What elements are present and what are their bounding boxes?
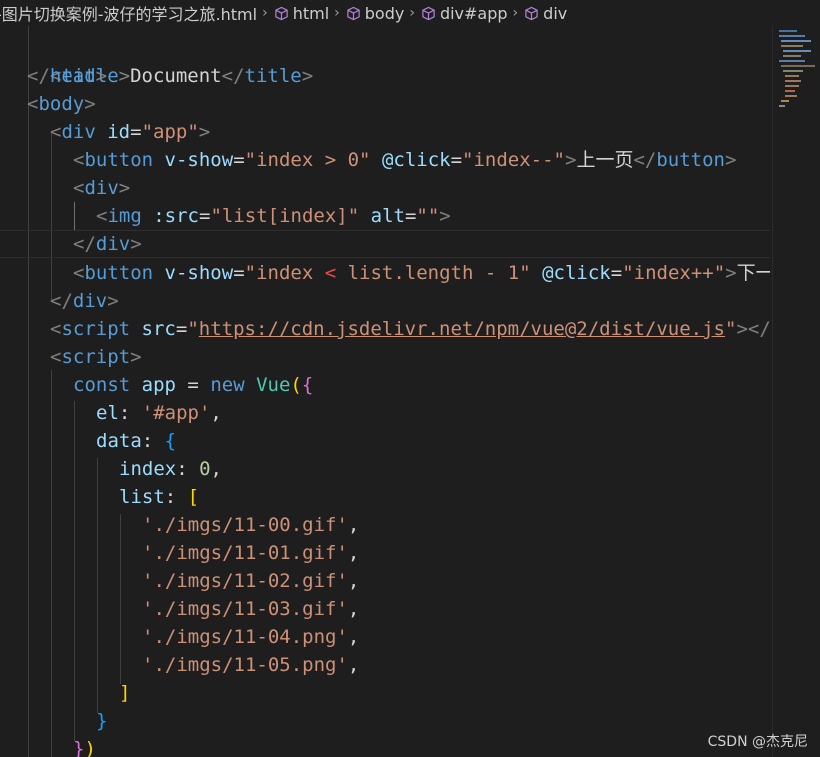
minimap[interactable] [772,26,820,757]
watermark: CSDN @杰克尼 [707,734,808,750]
chevron-right-icon: › [512,5,519,21]
indent-guide [51,370,52,757]
code-line: './imgs/11-00.gif', [142,514,360,536]
breadcrumb-item-label: body [364,3,405,23]
code-line: index: 0, [119,458,222,480]
indent-guide [97,458,98,713]
indent-guide [74,401,75,741]
cube-icon [525,6,538,20]
breadcrumb-item-label: div#app [439,3,508,23]
code-line: <button v-show="index > 0" @click="index… [73,149,737,171]
code-line: data: { [96,430,177,452]
indent-guide [51,132,52,302]
code-line: './imgs/11-02.gif', [142,570,360,592]
cube-icon [347,6,360,20]
chevron-right-icon: › [409,5,415,21]
code-line: ] [119,682,131,704]
code-line: <title>Document</title> [50,65,314,87]
breadcrumb-file-label: -图片切换案例-波仔的学习之旅.html [0,5,258,24]
breadcrumb-item-body[interactable]: body [346,3,405,23]
code-line: <script src="https://cdn.jsdelivr.net/np… [50,318,770,340]
breadcrumb-item-html[interactable]: html [274,4,329,23]
code-line: <div id="app"> [50,121,211,143]
code-line: <img :src="list[index]" alt=""> [96,205,451,227]
chevron-right-icon: › [262,5,268,21]
chevron-right-icon: › [334,5,340,21]
code-line: const app = new Vue({ [73,374,314,396]
breadcrumb: -图片切换案例-波仔的学习之旅.html › html › body › div… [0,0,820,26]
breadcrumb-item-label: div [543,3,568,23]
indent-guide [74,202,75,230]
code-line: <div> [73,177,131,199]
code-line: el: '#app', [96,402,222,424]
breadcrumb-item-label: html [292,3,330,23]
code-line: } [96,710,108,732]
breadcrumb-item-div-app[interactable]: div#app [421,4,508,23]
code-line: </div> [50,290,119,312]
cube-icon [274,6,288,20]
code-editor[interactable]: <title>Document</title> </head> <body> <… [0,26,770,757]
indent-guide [28,26,29,757]
breadcrumb-item-div[interactable]: div [524,4,567,23]
code-line: }) [73,738,96,757]
breadcrumb-file[interactable]: -图片切换案例-波仔的学习之旅.html [0,1,257,25]
code-line: './imgs/11-01.gif', [142,542,360,564]
code-line: './imgs/11-03.gif', [142,598,360,620]
code-line: <button v-show="index < list.length - 1"… [73,262,770,284]
cube-icon [422,6,435,20]
indent-guide [120,514,121,684]
code-line: './imgs/11-05.png', [142,654,360,676]
code-line: <body> [27,93,96,115]
code-line: './imgs/11-04.png', [142,626,360,648]
code-line: <script> [50,346,142,368]
cdn-link[interactable]: https://cdn.jsdelivr.net/npm/vue@2/dist/… [199,318,725,340]
code-line: </head> [27,65,108,87]
code-line: list: [ [119,486,200,508]
code-line-active: </div> [0,230,770,258]
